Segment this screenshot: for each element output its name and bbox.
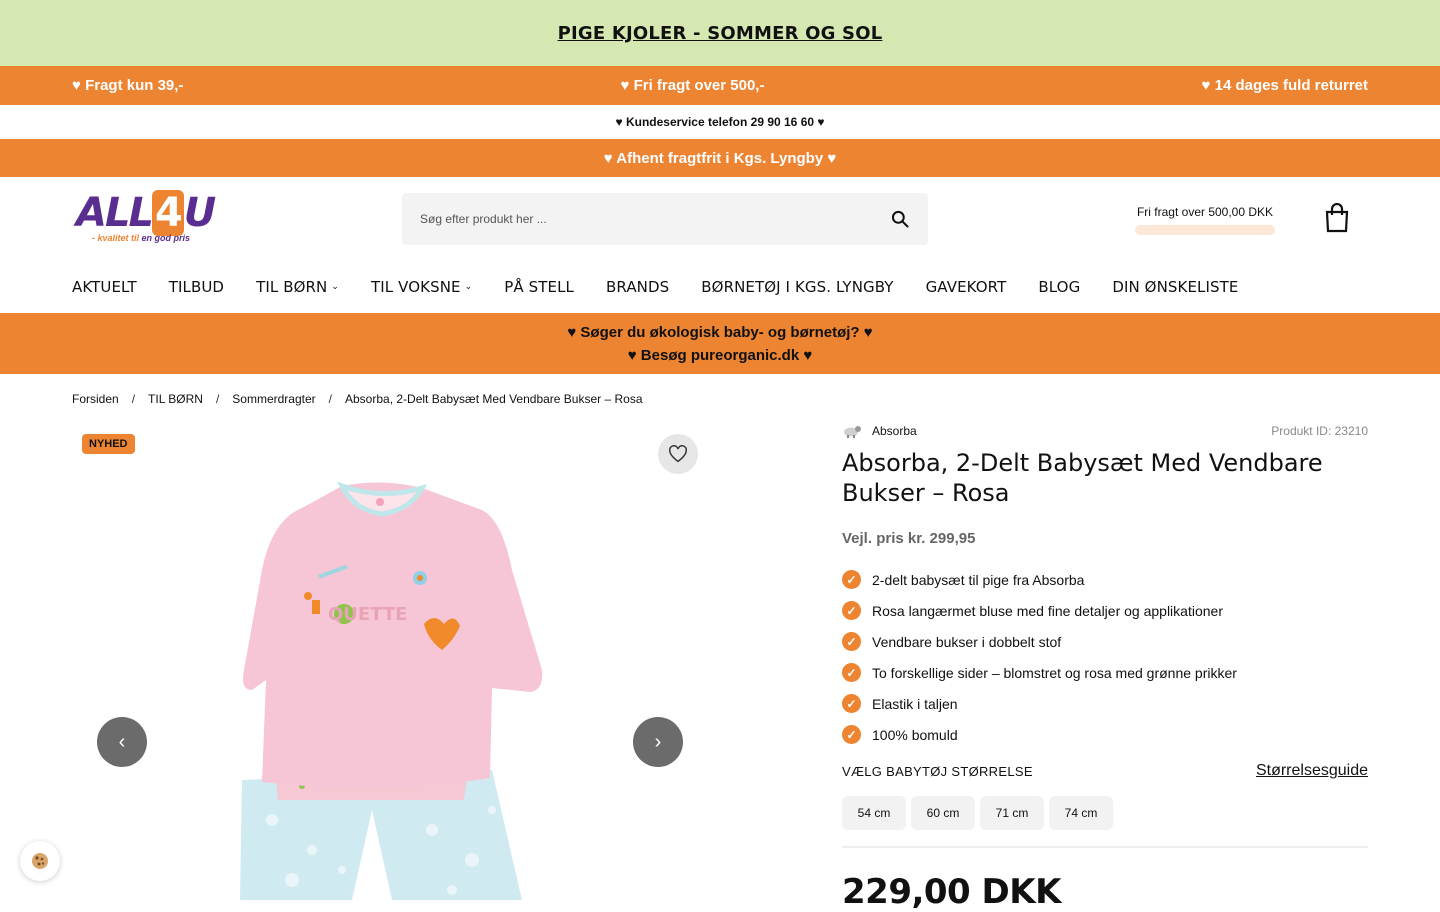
feature-item: ✓ 100% bomuld xyxy=(842,719,1368,750)
feature-text: To forskellige sider – blomstret og rosa… xyxy=(872,664,1237,681)
check-icon: ✓ xyxy=(842,601,861,620)
nav-item-aktuelt[interactable]: AKTUELT xyxy=(72,278,137,296)
nav-item-label: PÅ STELL xyxy=(504,278,575,296)
nav-item-label: BØRNETØJ I KGS. LYNGBY xyxy=(701,278,894,296)
feature-text: Vendbare bukser i dobbelt stof xyxy=(872,633,1062,650)
free-shipping-progress xyxy=(1135,225,1275,235)
nav-item-børnetøj-i-kgs-lyngby[interactable]: BØRNETØJ I KGS. LYNGBY xyxy=(701,278,893,296)
search-icon[interactable] xyxy=(890,209,910,229)
breadcrumb-category[interactable]: TIL BØRN xyxy=(148,392,203,406)
feature-text: 2-delt babysæt til pige fra Absorba xyxy=(872,571,1085,588)
breadcrumb-subcategory[interactable]: Sommerdragter xyxy=(232,392,315,406)
recommended-price: Vejl. pris kr. 299,95 xyxy=(842,530,976,547)
search-input[interactable] xyxy=(420,212,890,226)
cookie-settings-button[interactable] xyxy=(20,841,60,881)
promo-banner: PIGE KJOLER - SOMMER OG SOL xyxy=(0,0,1440,66)
check-icon: ✓ xyxy=(842,694,861,713)
nav-item-gavekort[interactable]: GAVEKORT xyxy=(926,278,1007,296)
free-shipping-indicator: Fri fragt over 500,00 DKK xyxy=(1135,205,1275,235)
gallery-prev-button[interactable]: ‹ xyxy=(97,717,147,767)
nav-item-brands[interactable]: BRANDS xyxy=(606,278,669,296)
new-badge: NYHED xyxy=(82,434,135,454)
breadcrumb-current: Absorba, 2-Delt Babysæt Med Vendbare Buk… xyxy=(345,392,643,406)
size-option[interactable]: 60 cm xyxy=(911,796,975,830)
nav-item-label: GAVEKORT xyxy=(925,278,1007,296)
free-shipping-text: Fri fragt over 500,00 DKK xyxy=(1136,205,1274,219)
product-price: 229,00 DKK xyxy=(842,872,1061,912)
size-label: VÆLG BABYTØJ STØRRELSE xyxy=(842,763,1033,779)
size-guide-link[interactable]: Størrelsesguide xyxy=(1256,762,1368,780)
pickup-text: ♥ Afhent fragtfrit i Kgs. Lyngby ♥ xyxy=(603,149,837,167)
feature-text: Elastik i taljen xyxy=(872,695,958,712)
organic-banner[interactable]: ♥ Søger du økologisk baby- og børnetøj? … xyxy=(0,313,1440,374)
nav-item-din-ønskeliste[interactable]: DIN ØNSKELISTE xyxy=(1112,278,1238,296)
nav-item-til-børn[interactable]: TIL BØRN ⌄ xyxy=(256,278,339,296)
site-header: ALL4U - kvalitet til en god pris Fri fra… xyxy=(0,177,1440,261)
heart-icon xyxy=(669,445,687,463)
usp-return-policy: ♥ 14 dages fuld returret xyxy=(1201,77,1368,94)
brand-name: Absorba xyxy=(872,424,917,438)
customer-service-bar: ♥ Kundeservice telefon 29 90 16 60 ♥ xyxy=(0,105,1440,139)
svg-text:QUETTE: QUETTE xyxy=(328,604,407,625)
usp-bar: ♥ Fragt kun 39,- ♥ Fri fragt over 500,- … xyxy=(0,66,1440,105)
nav-item-til-voksne[interactable]: TIL VOKSNE ⌄ xyxy=(371,278,472,296)
nav-item-label: TILBUD xyxy=(168,278,225,296)
check-icon: ✓ xyxy=(842,570,861,589)
chevron-right-icon: › xyxy=(654,730,662,753)
nav-item-tilbud[interactable]: TILBUD xyxy=(169,278,224,296)
product-gallery: NYHED QUETTE ‹ › xyxy=(72,428,792,900)
promo-link[interactable]: PIGE KJOLER - SOMMER OG SOL xyxy=(558,23,883,44)
breadcrumb: Forsiden / TIL BØRN / Sommerdragter / Ab… xyxy=(72,392,643,406)
feature-item: ✓ To forskellige sider – blomstret og ros… xyxy=(842,657,1368,688)
check-icon: ✓ xyxy=(842,663,861,682)
pickup-bar: ♥ Afhent fragtfrit i Kgs. Lyngby ♥ xyxy=(0,139,1440,177)
organic-line-1: ♥ Søger du økologisk baby- og børnetøj? … xyxy=(567,323,873,341)
feature-item: ✓ 2-delt babysæt til pige fra Absorba xyxy=(842,564,1368,595)
brand-logo-icon xyxy=(844,426,861,438)
nav-item-label: TIL BØRN xyxy=(256,278,328,296)
main-navigation: AKTUELT TILBUD TIL BØRN ⌄ TIL VOKSNE ⌄ PÅ STEL… xyxy=(0,261,1440,313)
organic-line-2[interactable]: ♥ Besøg pureorganic.dk ♥ xyxy=(628,344,813,367)
breadcrumb-separator: / xyxy=(131,392,136,406)
usp-free-shipping: ♥ Fri fragt over 500,- xyxy=(620,77,765,94)
product-id: Produkt ID: 23210 xyxy=(1271,424,1368,438)
size-option[interactable]: 54 cm xyxy=(842,796,906,830)
feature-text: 100% bomuld xyxy=(872,726,958,743)
size-options: 54 cm 60 cm 71 cm 74 cm xyxy=(842,796,1368,848)
chevron-down-icon: ⌄ xyxy=(464,282,473,292)
customer-service-text: ♥ Kundeservice telefon 29 90 16 60 ♥ xyxy=(615,115,825,129)
chevron-left-icon: ‹ xyxy=(118,730,126,753)
nav-item-label: BRANDS xyxy=(606,278,670,296)
cart-icon[interactable] xyxy=(1324,203,1350,233)
check-icon: ✓ xyxy=(842,725,861,744)
chevron-down-icon: ⌄ xyxy=(331,282,340,292)
nav-item-label: DIN ØNSKELISTE xyxy=(1112,278,1239,296)
feature-list: ✓ 2-delt babysæt til pige fra Absorba ✓ Ros… xyxy=(842,564,1368,750)
product-title: Absorba, 2-Delt Babysæt Med Vendbare Buk… xyxy=(842,449,1323,507)
breadcrumb-separator: / xyxy=(215,392,220,406)
product-image[interactable]: QUETTE xyxy=(232,480,552,900)
check-icon: ✓ xyxy=(842,632,861,651)
feature-item: ✓ Rosa langærmet bluse med fine detaljer … xyxy=(842,595,1368,626)
size-option[interactable]: 71 cm xyxy=(980,796,1044,830)
nav-item-label: TIL VOKSNE xyxy=(371,278,461,296)
breadcrumb-home[interactable]: Forsiden xyxy=(72,392,119,406)
size-option[interactable]: 74 cm xyxy=(1049,796,1113,830)
feature-item: ✓ Vendbare bukser i dobbelt stof xyxy=(842,626,1368,657)
nav-item-på-stell[interactable]: PÅ STELL xyxy=(504,278,574,296)
breadcrumb-separator: / xyxy=(328,392,332,406)
brand-link[interactable]: Absorba xyxy=(842,424,917,438)
nav-item-blog[interactable]: BLOG xyxy=(1038,278,1080,296)
gallery-next-button[interactable]: › xyxy=(633,717,683,767)
usp-shipping-price: ♥ Fragt kun 39,- xyxy=(72,77,184,94)
cookie-icon xyxy=(32,853,48,869)
product-info: Absorba Produkt ID: 23210 Absorba, 2-Del… xyxy=(842,424,1368,912)
wishlist-button[interactable] xyxy=(658,434,698,474)
nav-item-label: AKTUELT xyxy=(72,278,137,296)
nav-item-label: BLOG xyxy=(1038,278,1081,296)
feature-item: ✓ Elastik i taljen xyxy=(842,688,1368,719)
site-logo[interactable]: ALL4U - kvalitet til en god pris xyxy=(76,190,218,251)
feature-text: Rosa langærmet bluse med fine detaljer o… xyxy=(872,602,1223,619)
search-bar xyxy=(402,193,928,245)
